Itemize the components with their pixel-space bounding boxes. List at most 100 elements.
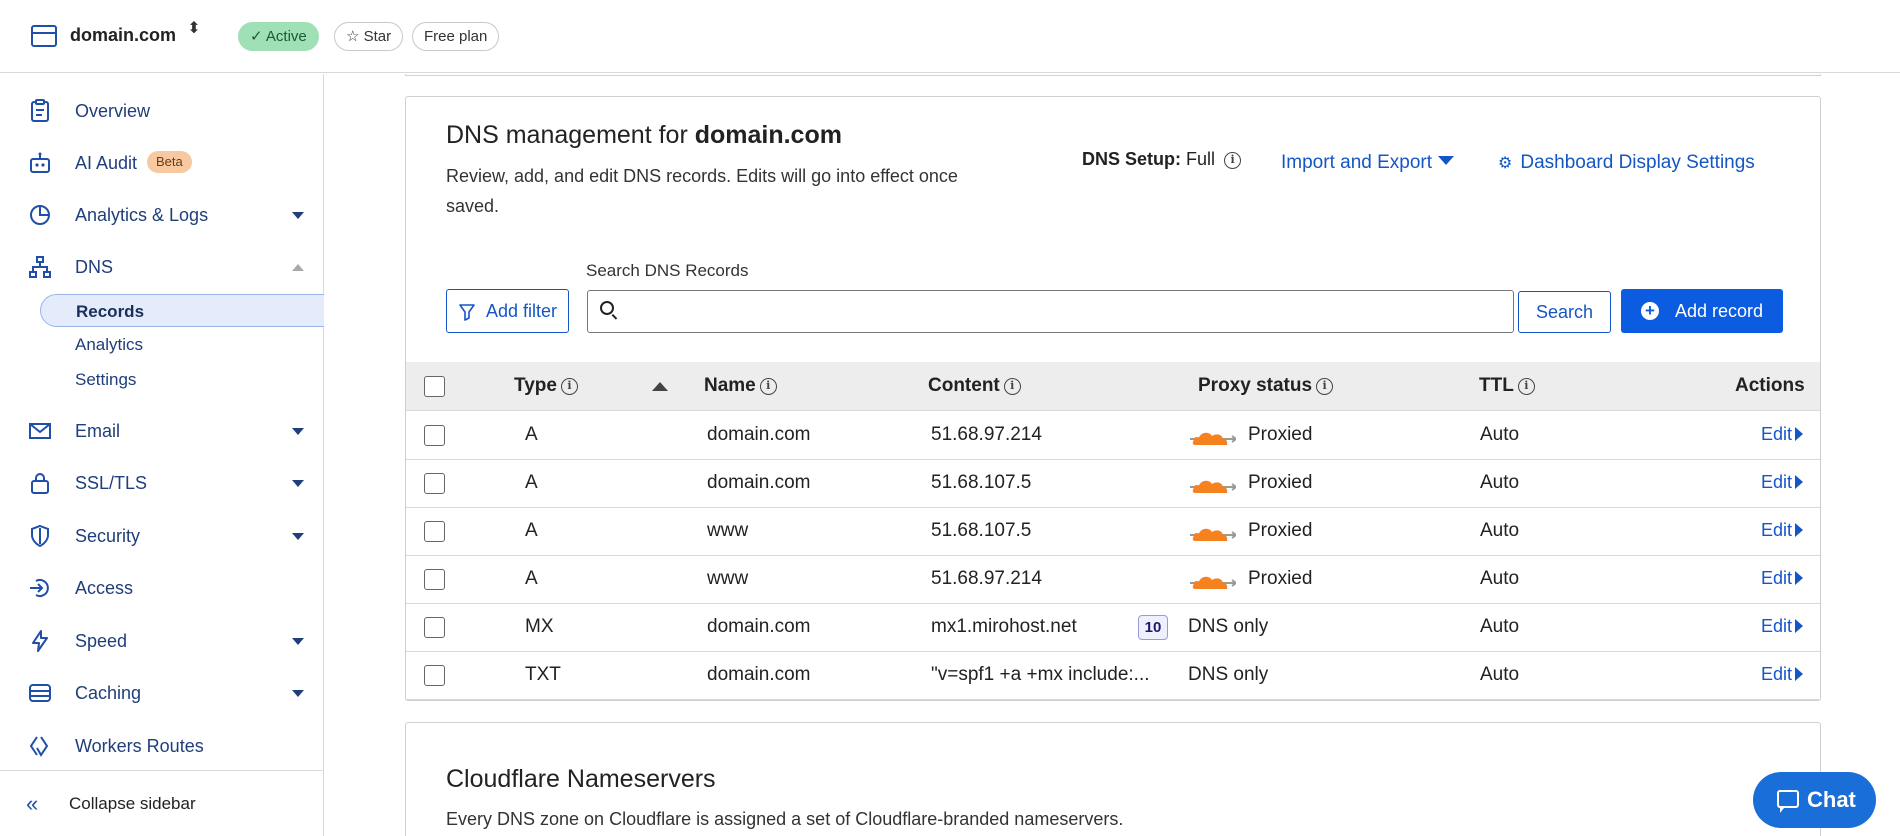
- edit-record-button[interactable]: Edit: [1761, 664, 1804, 685]
- proxied-cloud-icon: [1190, 576, 1236, 589]
- row-checkbox[interactable]: [424, 521, 445, 542]
- sidebar-subitem-records[interactable]: Records: [40, 294, 324, 327]
- shield-icon: [28, 524, 52, 548]
- edit-record-button[interactable]: Edit: [1761, 424, 1804, 445]
- edit-record-button[interactable]: Edit: [1761, 520, 1804, 541]
- caret-right-icon: [1795, 475, 1804, 489]
- record-content: mx1.mirohost.net: [931, 616, 1077, 637]
- sidebar-item-label: AI Audit: [75, 153, 138, 173]
- info-icon[interactable]: i: [1517, 378, 1535, 395]
- sidebar-item-dns[interactable]: DNS: [0, 246, 323, 288]
- status-badge-label: Active: [265, 28, 307, 45]
- edit-record-button[interactable]: Edit: [1761, 472, 1804, 493]
- row-checkbox[interactable]: [424, 569, 445, 590]
- info-icon[interactable]: i: [560, 378, 578, 395]
- edit-record-button[interactable]: Edit: [1761, 616, 1804, 637]
- caret-right-icon: [1795, 571, 1804, 585]
- column-header-type[interactable]: Type i: [514, 375, 578, 397]
- chat-button[interactable]: Chat: [1753, 772, 1876, 828]
- record-ttl: Auto: [1480, 472, 1520, 493]
- search-input[interactable]: [628, 297, 1498, 327]
- star-button[interactable]: ☆ Star: [334, 22, 404, 51]
- row-checkbox[interactable]: [424, 425, 445, 446]
- proxied-cloud-icon: [1190, 480, 1236, 493]
- column-header-label: Proxy status: [1198, 375, 1313, 396]
- import-export-dropdown[interactable]: Import and Export: [1281, 152, 1455, 174]
- sidebar-subitem-settings[interactable]: Settings: [40, 363, 324, 396]
- sidebar-item-label: Workers Routes: [75, 736, 204, 756]
- zone-name[interactable]: domain.com: [70, 25, 176, 46]
- zone-switcher-icon[interactable]: ⬍: [186, 21, 202, 37]
- table-row: A domain.com 51.68.97.214 Proxied Auto E…: [406, 412, 1820, 460]
- sidebar-item-security[interactable]: Security: [0, 515, 323, 557]
- info-icon[interactable]: i: [1316, 378, 1334, 395]
- sidebar-item-caching[interactable]: Caching: [0, 672, 323, 714]
- star-icon: ☆: [346, 28, 364, 45]
- network-icon: [28, 255, 52, 279]
- sidebar-subitem-analytics[interactable]: Analytics: [40, 328, 324, 361]
- envelope-icon: [28, 419, 52, 443]
- page-title-domain: domain.com: [694, 121, 842, 149]
- sidebar-item-access[interactable]: Access: [0, 567, 323, 609]
- sidebar-subitem-label: Records: [76, 302, 145, 321]
- sidebar-item-workers-routes[interactable]: Workers Routes: [0, 725, 323, 767]
- info-icon[interactable]: i: [1224, 152, 1242, 169]
- search-button[interactable]: Search: [1518, 291, 1611, 333]
- row-checkbox[interactable]: [424, 473, 445, 494]
- dns-setup: DNS Setup: Full i: [1082, 149, 1242, 170]
- info-icon[interactable]: i: [1003, 378, 1021, 395]
- row-checkbox[interactable]: [424, 665, 445, 686]
- row-checkbox[interactable]: [424, 617, 445, 638]
- column-header-content[interactable]: Content i: [928, 375, 1021, 397]
- sidebar-item-label: Security: [75, 526, 141, 546]
- record-ttl: Auto: [1480, 568, 1520, 589]
- edit-label: Edit: [1761, 616, 1793, 636]
- sidebar-item-analytics-logs[interactable]: Analytics & Logs: [0, 194, 323, 236]
- sidebar: Overview AI Audit Beta Analytics & Logs …: [0, 74, 324, 836]
- check-icon: ✓: [250, 28, 266, 45]
- chevron-down-icon: [292, 533, 304, 540]
- sidebar-item-ai-audit[interactable]: AI Audit Beta: [0, 142, 323, 184]
- column-header-label: Type: [514, 375, 557, 396]
- sidebar-item-email[interactable]: Email: [0, 410, 323, 452]
- record-type: A: [525, 520, 538, 541]
- record-ttl: Auto: [1480, 664, 1520, 685]
- column-header-name[interactable]: Name i: [704, 375, 777, 397]
- info-icon[interactable]: i: [759, 378, 777, 395]
- proxy-status: Proxied: [1248, 472, 1313, 493]
- record-type: A: [525, 472, 538, 493]
- table-row: A www 51.68.97.214 Proxied Auto Edit: [406, 556, 1820, 604]
- edit-label: Edit: [1761, 664, 1793, 684]
- sidebar-item-speed[interactable]: Speed: [0, 620, 323, 662]
- import-export-label: Import and Export: [1281, 152, 1433, 173]
- edit-record-button[interactable]: Edit: [1761, 568, 1804, 589]
- column-header-ttl[interactable]: TTL i: [1479, 375, 1535, 397]
- add-record-label: Add record: [1675, 301, 1764, 321]
- page-title: DNS management for domain.com: [446, 121, 842, 150]
- chevron-down-icon: [292, 212, 304, 219]
- caret-right-icon: [1795, 667, 1804, 681]
- column-header-proxy-status[interactable]: Proxy status i: [1198, 375, 1334, 397]
- caret-down-icon: [1438, 156, 1455, 165]
- record-content: 51.68.107.5: [931, 520, 1032, 541]
- column-header-label: TTL: [1479, 375, 1514, 396]
- edit-label: Edit: [1761, 472, 1793, 492]
- select-all-checkbox[interactable]: [424, 376, 445, 397]
- sidebar-item-ssl-tls[interactable]: SSL/TLS: [0, 462, 323, 504]
- add-filter-button[interactable]: Add filter: [446, 289, 569, 333]
- record-name: domain.com: [707, 616, 811, 637]
- record-content: "v=spf1 +a +mx include:...: [931, 664, 1150, 685]
- record-type: TXT: [525, 664, 561, 685]
- collapse-sidebar-button[interactable]: « Collapse sidebar: [0, 770, 323, 836]
- plan-badge[interactable]: Free plan: [412, 22, 500, 51]
- sidebar-item-overview[interactable]: Overview: [0, 90, 323, 132]
- record-type: MX: [525, 616, 554, 637]
- chevron-up-icon: [292, 264, 304, 271]
- column-header-label: Name: [704, 375, 756, 396]
- gear-icon: ⚙: [1498, 155, 1513, 172]
- add-record-button[interactable]: + Add record: [1621, 289, 1783, 333]
- dashboard-display-settings-link[interactable]: ⚙ Dashboard Display Settings: [1498, 152, 1755, 174]
- search-dns-records-field[interactable]: [587, 290, 1514, 333]
- sort-ascending-icon[interactable]: [652, 382, 668, 391]
- sidebar-item-label: Email: [75, 421, 121, 441]
